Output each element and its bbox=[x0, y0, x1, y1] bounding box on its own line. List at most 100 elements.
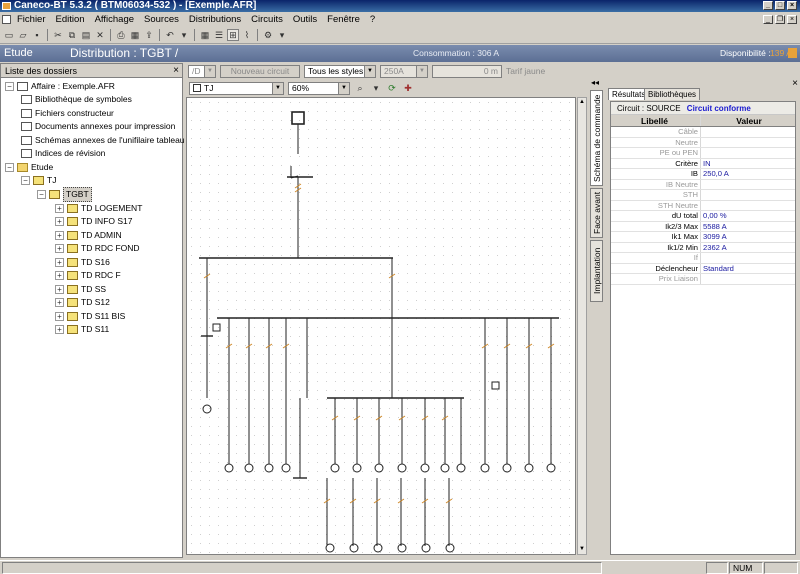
maximize-icon[interactable]: □ bbox=[775, 1, 785, 10]
palette-icon[interactable]: ✚ bbox=[402, 82, 414, 94]
expand-icon[interactable]: + bbox=[55, 258, 64, 267]
paste-icon[interactable]: ▤ bbox=[80, 29, 92, 41]
minimize-icon[interactable]: _ bbox=[763, 1, 773, 10]
expand-icon[interactable]: + bbox=[55, 217, 64, 226]
expand-icon[interactable]: + bbox=[55, 325, 64, 334]
expand-icon[interactable]: + bbox=[55, 298, 64, 307]
tree-item-tgbt[interactable]: − TGBT bbox=[37, 187, 92, 202]
tree-item-symbols[interactable]: Bibliothèque de symboles bbox=[21, 93, 132, 106]
expand-icon[interactable]: + bbox=[55, 285, 64, 294]
tree-item-etude[interactable]: − Etude bbox=[5, 161, 53, 174]
menu-circuits[interactable]: Circuits bbox=[246, 14, 288, 25]
settings-icon[interactable]: ⚙ bbox=[262, 29, 274, 41]
tree-item-td-ss[interactable]: + TD SS bbox=[55, 283, 106, 296]
table-row[interactable]: STH Neutre bbox=[611, 200, 795, 211]
tree-item-affaire[interactable]: − Affaire : Exemple.AFR bbox=[5, 80, 115, 93]
refresh-icon[interactable]: ⟳ bbox=[386, 82, 398, 94]
table-row[interactable]: STH bbox=[611, 190, 795, 201]
delete-icon[interactable]: ✕ bbox=[94, 29, 106, 41]
table-row[interactable]: Déclencheur Standard bbox=[611, 263, 795, 274]
tree-item-td-s11[interactable]: + TD S11 bbox=[55, 323, 109, 336]
tab-libraries[interactable]: Bibliothèques bbox=[644, 88, 701, 100]
collapse-icon[interactable]: − bbox=[5, 163, 14, 172]
table-row[interactable]: Prix Liaison bbox=[611, 274, 795, 285]
rating-select[interactable]: 250A ▼ bbox=[380, 64, 428, 78]
tree-item-annex-diagrams[interactable]: Schémas annexes de l'unifilaire tableau bbox=[21, 134, 185, 147]
open-folder-icon[interactable]: ▱ bbox=[17, 29, 29, 41]
mode-select[interactable]: /D ▼ bbox=[188, 64, 216, 78]
zoom-icon[interactable]: ⌕ bbox=[354, 82, 366, 94]
doc-restore-icon[interactable]: ❐ bbox=[775, 15, 785, 24]
tree-item-td-s12[interactable]: + TD S12 bbox=[55, 296, 110, 309]
tree-item-td-info-s17[interactable]: + TD INFO S17 bbox=[55, 215, 132, 228]
menu-sources[interactable]: Sources bbox=[139, 14, 184, 25]
tree-item-td-rdc-f[interactable]: + TD RDC F bbox=[55, 269, 121, 282]
menu-help[interactable]: ? bbox=[365, 14, 380, 25]
tab-front-panel[interactable]: Face avant bbox=[590, 188, 603, 238]
doc-close-icon[interactable]: × bbox=[787, 15, 797, 24]
tree-item-td-admin[interactable]: + TD ADMIN bbox=[55, 229, 122, 242]
menu-fichier[interactable]: Fichier bbox=[12, 14, 51, 25]
undo-dropdown-icon[interactable]: ▾ bbox=[178, 29, 190, 41]
settings-dropdown-icon[interactable]: ▾ bbox=[276, 29, 288, 41]
doc-minimize-icon[interactable]: _ bbox=[763, 15, 773, 24]
tree-item-td-logement[interactable]: + TD LOGEMENT bbox=[55, 202, 142, 215]
table-row[interactable]: IB Neutre bbox=[611, 179, 795, 190]
tab-control-schema[interactable]: Schéma de commande bbox=[590, 90, 603, 186]
collapse-panel-icon[interactable]: ◂◂ bbox=[591, 78, 599, 87]
cut-icon[interactable]: ✂ bbox=[52, 29, 64, 41]
close-pane-icon[interactable]: × bbox=[173, 64, 179, 78]
length-field[interactable]: 0 m bbox=[432, 64, 502, 78]
collapse-icon[interactable]: − bbox=[37, 190, 46, 199]
expand-icon[interactable]: + bbox=[55, 244, 64, 253]
print-preview-icon[interactable]: ▦ bbox=[129, 29, 141, 41]
collapse-icon[interactable]: − bbox=[5, 82, 14, 91]
table-row[interactable]: dU total 0,00 % bbox=[611, 211, 795, 222]
table-row[interactable]: PE ou PEN bbox=[611, 148, 795, 159]
menu-affichage[interactable]: Affichage bbox=[90, 14, 139, 25]
list-view-icon[interactable]: ☰ bbox=[213, 29, 225, 41]
tree-item-manufacturer-files[interactable]: Fichiers constructeur bbox=[21, 107, 114, 120]
grid-view-icon[interactable]: ▦ bbox=[199, 29, 211, 41]
tree-item-td-s16[interactable]: + TD S16 bbox=[55, 256, 110, 269]
tree-item-print-docs[interactable]: Documents annexes pour impression bbox=[21, 120, 175, 133]
close-pane-icon[interactable]: × bbox=[792, 78, 798, 89]
close-icon[interactable]: × bbox=[787, 1, 797, 10]
expand-icon[interactable]: + bbox=[55, 271, 64, 280]
table-row[interactable]: Ik1/2 Min 2362 A bbox=[611, 242, 795, 253]
scroll-up-icon[interactable]: ▲ bbox=[578, 98, 586, 107]
tree-item-tj[interactable]: − TJ bbox=[21, 174, 56, 187]
distribution-select[interactable]: TJ ▼ bbox=[189, 81, 284, 95]
menu-fenetre[interactable]: Fenêtre bbox=[322, 14, 365, 25]
print-icon[interactable]: ⎙ bbox=[115, 29, 127, 41]
copy-icon[interactable]: ⧉ bbox=[66, 29, 78, 41]
diagram-view-icon[interactable]: ⊞ bbox=[227, 29, 239, 41]
zoom-select[interactable]: 60% ▼ bbox=[288, 81, 350, 95]
save-icon[interactable]: ▪ bbox=[31, 29, 43, 41]
tree-item-td-rdc-fond[interactable]: + TD RDC FOND bbox=[55, 242, 140, 255]
undo-icon[interactable]: ↶ bbox=[164, 29, 176, 41]
schema-icon[interactable]: ⌇ bbox=[241, 29, 253, 41]
menu-edition[interactable]: Edition bbox=[51, 14, 90, 25]
table-row[interactable]: If bbox=[611, 253, 795, 264]
new-circuit-button[interactable]: Nouveau circuit bbox=[220, 64, 300, 78]
tree-item-revisions[interactable]: Indices de révision bbox=[21, 147, 105, 160]
scroll-down-icon[interactable]: ▼ bbox=[578, 545, 586, 554]
menu-distributions[interactable]: Distributions bbox=[184, 14, 246, 25]
table-row[interactable]: Ik2/3 Max 5588 A bbox=[611, 221, 795, 232]
diagram-scrollbar[interactable]: ▲ ▼ bbox=[577, 97, 587, 555]
expand-icon[interactable]: + bbox=[55, 204, 64, 213]
table-row[interactable]: Neutre bbox=[611, 137, 795, 148]
table-row[interactable]: Câble bbox=[611, 127, 795, 138]
table-row[interactable]: Ik1 Max 3099 A bbox=[611, 232, 795, 243]
expand-icon[interactable]: + bbox=[55, 312, 64, 321]
expand-icon[interactable]: + bbox=[55, 231, 64, 240]
styles-select[interactable]: Tous les styles ▼ bbox=[304, 64, 376, 78]
table-row[interactable]: Critère IN bbox=[611, 158, 795, 169]
single-line-diagram[interactable] bbox=[186, 97, 576, 555]
export-icon[interactable]: ⇪ bbox=[143, 29, 155, 41]
new-file-icon[interactable]: ▭ bbox=[3, 29, 15, 41]
collapse-icon[interactable]: − bbox=[21, 176, 30, 185]
tree-item-td-s11-bis[interactable]: + TD S11 BIS bbox=[55, 310, 125, 323]
tab-layout[interactable]: Implantation bbox=[590, 240, 603, 302]
